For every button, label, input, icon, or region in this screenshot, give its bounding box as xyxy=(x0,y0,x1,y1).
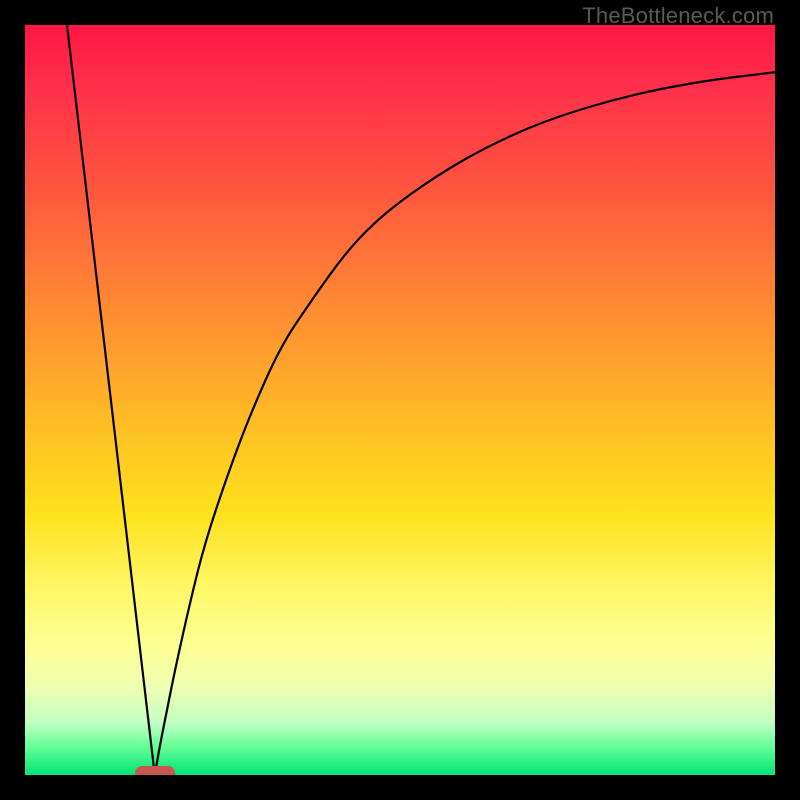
chart-frame: TheBottleneck.com xyxy=(0,0,800,800)
right-curve xyxy=(155,72,775,775)
vertex-marker xyxy=(135,766,175,775)
curve-layer xyxy=(25,25,775,775)
plot-area xyxy=(25,25,775,775)
left-line xyxy=(67,25,155,775)
